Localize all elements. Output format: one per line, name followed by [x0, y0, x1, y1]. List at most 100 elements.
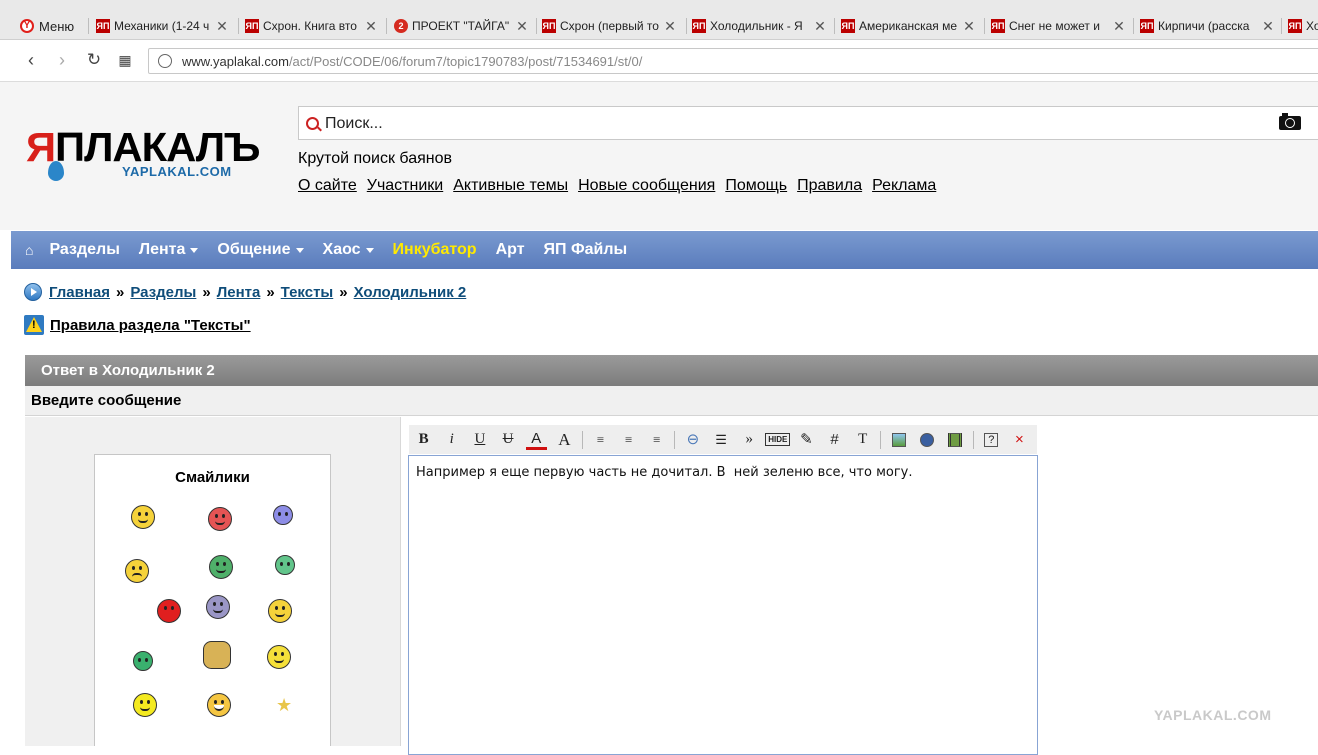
browser-tab[interactable]: ЯП Схрон (первый то ✕	[542, 16, 678, 36]
caret-down-icon	[190, 247, 199, 253]
smiley-love-icon[interactable]	[208, 507, 232, 531]
breadcrumb-feed[interactable]: Лента	[217, 284, 261, 301]
link-active-topics[interactable]: Активные темы	[453, 177, 568, 195]
browser-tab[interactable]: ЯП Снег не может и ✕	[991, 16, 1127, 36]
breadcrumb-sections[interactable]: Разделы	[130, 284, 196, 301]
smiley-flowers-icon[interactable]	[267, 645, 291, 669]
smiley-key-icon[interactable]	[268, 599, 292, 623]
browser-tab[interactable]: ЯП Кирпичи (расска ✕	[1140, 16, 1276, 36]
link-new-posts[interactable]: Новые сообщения	[578, 177, 715, 195]
nav-item-chaos[interactable]: Хаос	[323, 241, 374, 259]
link-help[interactable]: Помощь	[725, 177, 787, 195]
smiley-grin-icon[interactable]	[275, 555, 295, 575]
yaplakal-favicon-icon: ЯП	[1288, 19, 1302, 33]
browser-tab-active[interactable]: ЯП Холодильник - Я ✕	[692, 16, 828, 36]
tab-close-icon[interactable]: ✕	[812, 18, 828, 35]
align-right-icon[interactable]: ≡	[646, 429, 667, 451]
tab-title: ПРОЕКТ "ТАЙГА"	[412, 19, 510, 33]
camera-icon[interactable]	[1279, 113, 1301, 130]
tab-close-icon[interactable]: ✕	[214, 18, 230, 35]
browser-tab[interactable]: ЯП Механики (1-24 ч ✕	[96, 16, 230, 36]
breadcrumb-separator: »	[266, 283, 275, 301]
smiley-blue-icon[interactable]	[273, 505, 293, 525]
smiley-green-icon[interactable]	[133, 651, 153, 671]
browser-tab[interactable]: ЯП Хо	[1288, 16, 1318, 36]
hide-button[interactable]: HIDE	[765, 429, 791, 451]
tab-separator	[1281, 18, 1282, 34]
link-members[interactable]: Участники	[367, 177, 443, 195]
breadcrumb-separator: »	[202, 283, 211, 301]
browser-tab[interactable]: ЯП Схрон. Книга вто ✕	[245, 16, 379, 36]
browser-tab[interactable]: ЯП Американская ме ✕	[841, 16, 977, 36]
tab-close-icon[interactable]: ✕	[514, 18, 530, 35]
forward-arrow-icon[interactable]: ›	[52, 50, 72, 70]
link-rules[interactable]: Правила	[797, 177, 862, 195]
smiley-wave-icon[interactable]	[206, 595, 230, 619]
link-ads[interactable]: Реклама	[872, 177, 936, 195]
breadcrumb-home[interactable]: Главная	[49, 284, 110, 301]
link-icon[interactable]: ⊖	[682, 429, 703, 451]
strikethrough-button[interactable]: U	[497, 429, 518, 451]
tab-separator	[238, 18, 239, 34]
url-field[interactable]: www.yaplakal.com/act/Post/CODE/06/forum7…	[148, 48, 1318, 74]
tab-separator	[386, 18, 387, 34]
edit-pencil-icon[interactable]: ✎	[796, 429, 817, 451]
star-smiley-icon[interactable]: ★	[276, 695, 292, 716]
breadcrumb-topic[interactable]: Холодильник 2	[354, 284, 467, 301]
tab-close-icon[interactable]: ✕	[662, 18, 678, 35]
search-input[interactable]	[323, 113, 1227, 135]
italic-button[interactable]: i	[441, 429, 462, 451]
align-center-icon[interactable]: ≡	[618, 429, 639, 451]
flash-icon[interactable]	[916, 429, 937, 451]
tab-close-icon[interactable]: ✕	[1111, 18, 1127, 35]
list-icon[interactable]: ☰	[711, 429, 732, 451]
site-logo[interactable]: ЯПЛАКАЛЪ YAPLAKAL.COM	[26, 125, 276, 187]
section-rules-link[interactable]: Правила раздела "Тексты"	[50, 317, 251, 334]
browser-menu-button[interactable]: Y Меню	[20, 16, 74, 36]
site-search-box[interactable]	[298, 106, 1318, 140]
back-arrow-icon[interactable]: ‹	[21, 50, 41, 70]
smiley-medal-icon[interactable]	[133, 693, 157, 717]
home-icon[interactable]: ⌂	[25, 242, 33, 258]
breadcrumb-separator: »	[116, 283, 125, 301]
underline-button[interactable]: U	[469, 429, 490, 451]
code-button[interactable]: #	[824, 429, 845, 451]
smiley-shooter-icon[interactable]	[157, 599, 181, 623]
smiley-sad-finger-icon[interactable]	[125, 559, 149, 583]
text-color-button[interactable]: A	[525, 430, 547, 450]
video-icon[interactable]	[945, 429, 966, 451]
tab-title: Схрон (первый то	[560, 19, 659, 33]
image-icon[interactable]	[888, 429, 909, 451]
yaplakal-favicon-icon: ЯП	[692, 19, 706, 33]
nav-item-sections[interactable]: Разделы	[49, 241, 119, 259]
smileys-title: Смайлики	[175, 469, 250, 486]
link-about[interactable]: О сайте	[298, 177, 357, 195]
quote-button[interactable]: »	[739, 429, 760, 451]
nav-item-feed[interactable]: Лента	[139, 241, 199, 259]
message-textarea[interactable]: Например я еще первую часть не дочитал. …	[408, 455, 1038, 755]
tiles-grid-icon[interactable]: ▦	[115, 50, 135, 70]
tab-close-icon[interactable]: ✕	[1260, 18, 1276, 35]
tab-close-icon[interactable]: ✕	[961, 18, 977, 35]
smiley-cool-icon[interactable]	[131, 505, 155, 529]
search-icon	[306, 117, 319, 130]
bold-button[interactable]: B	[413, 429, 434, 451]
help-button[interactable]: ?	[981, 429, 1002, 451]
breadcrumb-texts[interactable]: Тексты	[281, 284, 334, 301]
align-left-icon[interactable]: ≡	[590, 429, 611, 451]
text-button[interactable]: T	[852, 429, 873, 451]
smiley-gun-icon[interactable]	[209, 555, 233, 579]
tab-close-icon[interactable]: ✕	[363, 18, 379, 35]
close-icon[interactable]: ×	[1009, 429, 1030, 451]
tab-title: Кирпичи (расска	[1158, 19, 1250, 33]
browser-tab[interactable]: 2 ПРОЕКТ "ТАЙГА" ✕	[394, 16, 530, 36]
nav-item-art[interactable]: Арт	[496, 241, 525, 259]
smiley-facepalm-icon[interactable]	[203, 641, 231, 669]
tab-separator	[1133, 18, 1134, 34]
nav-item-files[interactable]: ЯП Файлы	[544, 241, 628, 259]
reload-icon[interactable]: ↻	[84, 50, 104, 70]
nav-item-incubator[interactable]: Инкубатор	[393, 241, 477, 259]
nav-item-communication[interactable]: Общение	[217, 241, 304, 259]
smiley-laugh-icon[interactable]	[207, 693, 231, 717]
font-size-button[interactable]: A	[554, 429, 575, 451]
